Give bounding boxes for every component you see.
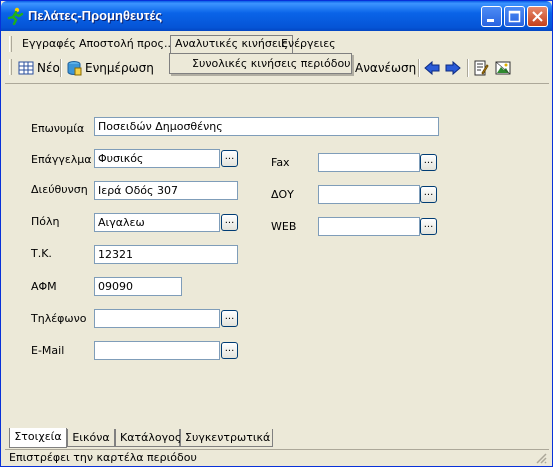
- fax-label: Fax: [271, 156, 290, 169]
- menu-bar: Εγγραφές Αποστολή προς... Αναλυτικές κιν…: [5, 34, 549, 55]
- phone-field[interactable]: [94, 309, 220, 328]
- running-person-icon: [6, 7, 24, 26]
- fax-field[interactable]: [318, 153, 420, 172]
- update-label: Ενημέρωση: [85, 61, 154, 75]
- app-window: Πελάτες-Προμηθευτές Εγγραφές Αποστολή πρ…: [0, 0, 553, 467]
- profession-ellipsis-button[interactable]: ...: [221, 150, 238, 167]
- web-field[interactable]: [318, 217, 420, 236]
- tab-details[interactable]: Στοιχεία: [9, 428, 67, 448]
- name-field[interactable]: Ποσειδών Δημοσθένης: [94, 117, 439, 136]
- tab-strip: Στοιχεία Εικόνα Κατάλογος Συγκεντρωτικά: [5, 428, 549, 448]
- arrow-right-icon: [445, 60, 461, 76]
- doy-ellipsis-button[interactable]: ...: [420, 186, 437, 203]
- update-button[interactable]: Ενημέρωση: [66, 58, 154, 78]
- minimize-button[interactable]: [481, 6, 502, 27]
- web-label: WEB: [271, 220, 297, 233]
- close-button[interactable]: [527, 6, 548, 27]
- toolbar-separator: [467, 59, 469, 77]
- doy-label: ΔΟΥ: [271, 188, 294, 201]
- new-label: Νέο: [37, 61, 60, 75]
- grid-icon: [18, 60, 34, 76]
- tab-catalog[interactable]: Κατάλογος: [115, 429, 181, 447]
- address-label: Διεύθυνση: [31, 183, 88, 196]
- afm-field[interactable]: 09090: [94, 277, 182, 296]
- email-field[interactable]: [94, 341, 220, 360]
- city-ellipsis-button[interactable]: ...: [221, 214, 238, 231]
- tab-summary[interactable]: Συγκεντρωτικά: [180, 429, 273, 447]
- customer-form-panel: Επωνυμία Επάγγελμα Διεύθυνση Πόλη Τ.Κ. Α…: [5, 83, 549, 428]
- toolbar-grip[interactable]: [9, 59, 12, 75]
- phone-label: Τηλέφωνο: [31, 312, 87, 325]
- menu-item-records[interactable]: Εγγραφές: [18, 35, 80, 53]
- city-label: Πόλη: [31, 215, 60, 228]
- menu-item-detailed-movements[interactable]: Αναλυτικές κινήσεις: [170, 35, 293, 55]
- address-field[interactable]: Ιερά Οδός 307: [94, 181, 238, 200]
- refresh-label: Ανανέωση: [355, 61, 417, 75]
- image-button[interactable]: [495, 58, 514, 78]
- database-icon: [66, 60, 82, 76]
- detailed-movements-dropdown: Συνολικές κινήσεις περιόδου: [169, 53, 352, 74]
- menu-grip[interactable]: [9, 36, 12, 52]
- postal-code-field[interactable]: 12321: [94, 245, 238, 264]
- afm-label: ΑΦΜ: [31, 280, 57, 293]
- title-bar[interactable]: Πελάτες-Προμηθευτές: [1, 1, 552, 31]
- new-button[interactable]: Νέο: [18, 58, 60, 78]
- web-ellipsis-button[interactable]: ...: [420, 218, 437, 235]
- dropdown-item-period-totals[interactable]: Συνολικές κινήσεις περιόδου: [192, 57, 351, 70]
- next-button[interactable]: [445, 58, 464, 78]
- window-title: Πελάτες-Προμηθευτές: [28, 8, 163, 23]
- maximize-button[interactable]: [504, 6, 525, 27]
- city-field[interactable]: Αιγαλεω: [94, 213, 220, 232]
- edit-note-button[interactable]: [473, 58, 492, 78]
- phone-ellipsis-button[interactable]: ...: [221, 310, 238, 327]
- picture-icon: [495, 60, 511, 76]
- doy-field[interactable]: [318, 185, 420, 204]
- toolbar-separator: [60, 59, 62, 77]
- status-bar: Επιστρέφει την καρτέλα περιόδου: [5, 449, 549, 465]
- status-text: Επιστρέφει την καρτέλα περιόδου: [9, 451, 197, 464]
- name-label: Επωνυμία: [31, 122, 85, 135]
- menu-item-actions[interactable]: Ενέργειες: [277, 35, 340, 53]
- profession-label: Επάγγελμα: [31, 153, 92, 166]
- resize-grip-icon[interactable]: [536, 453, 547, 464]
- previous-button[interactable]: [424, 58, 443, 78]
- email-ellipsis-button[interactable]: ...: [221, 342, 238, 359]
- postal-code-label: Τ.Κ.: [31, 247, 52, 260]
- menu-item-send-to[interactable]: Αποστολή προς...: [75, 35, 178, 53]
- email-label: E-Mail: [31, 344, 65, 357]
- fax-ellipsis-button[interactable]: ...: [420, 154, 437, 171]
- notepad-icon: [473, 60, 489, 76]
- arrow-left-icon: [424, 60, 440, 76]
- toolbar-separator: [418, 59, 420, 77]
- refresh-button[interactable]: Ανανέωση: [355, 58, 416, 78]
- profession-field[interactable]: Φυσικός: [94, 149, 220, 168]
- tab-image[interactable]: Εικόνα: [67, 429, 115, 447]
